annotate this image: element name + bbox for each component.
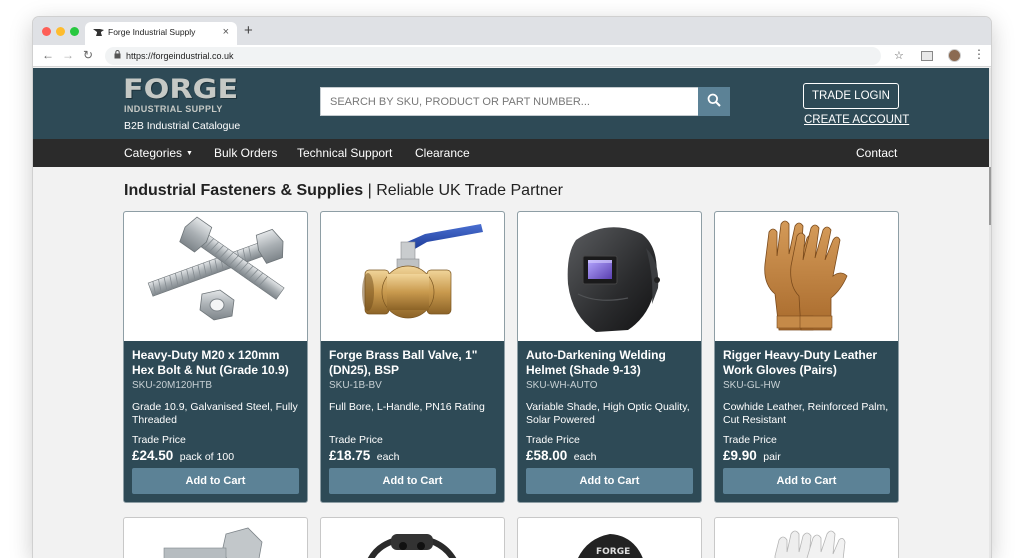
product-price: £24.50 pack of 100 [132, 448, 300, 465]
extension-icon[interactable] [921, 51, 933, 61]
product-name[interactable]: Rigger Heavy-Duty Leather Work Gloves (P… [723, 348, 891, 378]
price-label: Trade Price [723, 434, 777, 446]
close-window-button[interactable] [42, 27, 51, 36]
add-to-cart-button[interactable]: Add to Cart [526, 468, 693, 494]
tagline: B2B Industrial Catalogue [124, 120, 241, 132]
product-image-safety-goggles-partial [367, 534, 457, 558]
product-info: Rigger Heavy-Duty Leather Work Gloves (P… [723, 348, 891, 465]
product-sku: SKU-20M120HTB [132, 380, 213, 391]
product-info: Auto-Darkening Welding Helmet (Shade 9-1… [526, 348, 694, 465]
product-card-partial[interactable]: FORGE [517, 517, 702, 558]
product-price: £9.90 pair [723, 448, 891, 465]
price-label: Trade Price [526, 434, 580, 446]
product-info: Heavy-Duty M20 x 120mm Hex Bolt & Nut (G… [132, 348, 300, 465]
product-card: Forge Brass Ball Valve, 1" (DN25), BSP S… [320, 211, 505, 503]
reload-icon[interactable]: ↻ [83, 48, 93, 62]
browser-window: Forge Industrial Supply × + ← → ↻ https:… [33, 17, 991, 558]
product-price: £18.75 each [329, 448, 497, 465]
search-button[interactable] [698, 87, 730, 116]
price-label: Trade Price [132, 434, 186, 446]
bookmark-star-icon[interactable]: ☆ [894, 49, 904, 62]
nav-categories-label: Categories [124, 146, 183, 160]
product-card: Rigger Heavy-Duty Leather Work Gloves (P… [714, 211, 899, 503]
minimize-window-button[interactable] [56, 27, 65, 36]
product-card: Heavy-Duty M20 x 120mm Hex Bolt & Nut (G… [123, 211, 308, 503]
create-account-link[interactable]: CREATE ACCOUNT [804, 114, 909, 126]
product-description: Grade 10.9, Galvanised Steel, Fully Thre… [132, 401, 298, 426]
page-title-sub: | Reliable UK Trade Partner [363, 182, 563, 199]
nav-clearance[interactable]: Clearance [415, 146, 470, 160]
price-unit: each [376, 451, 400, 463]
product-image-bolt-partial [163, 527, 263, 558]
product-image-work-gloves[interactable] [715, 212, 898, 341]
product-image-welding-helmet[interactable] [518, 212, 701, 341]
price-amount: £58.00 [526, 448, 568, 463]
price-unit: each [573, 451, 597, 463]
add-to-cart-button[interactable]: Add to Cart [132, 468, 299, 494]
product-sku: SKU-WH-AUTO [526, 380, 598, 391]
logo-subtitle: INDUSTRIAL SUPPLY [124, 104, 223, 114]
product-name[interactable]: Auto-Darkening Welding Helmet (Shade 9-1… [526, 348, 694, 378]
price-amount: £18.75 [329, 448, 371, 463]
price-amount: £24.50 [132, 448, 174, 463]
product-image-gloves-partial [774, 530, 846, 558]
search-input[interactable] [320, 87, 698, 116]
lock-icon [114, 50, 121, 61]
scrollbar-thumb[interactable] [989, 167, 991, 225]
add-to-cart-button[interactable]: Add to Cart [723, 468, 890, 494]
logo[interactable]: FORGE [123, 76, 238, 103]
anvil-icon [93, 28, 104, 39]
product-image-helmet-partial: FORGE [578, 534, 643, 558]
page-title-main: Industrial Fasteners & Supplies [124, 182, 364, 199]
page-scrollbar[interactable] [989, 68, 991, 558]
price-unit: pair [763, 451, 781, 463]
price-amount: £9.90 [723, 448, 757, 463]
product-sku: SKU-GL-HW [723, 380, 781, 391]
forward-icon[interactable]: → [62, 48, 74, 62]
main-nav: Categories ▼ Bulk Orders Technical Suppor… [33, 139, 989, 167]
browser-menu-icon[interactable]: ⋮ [973, 47, 985, 61]
tab-close-icon[interactable]: × [223, 26, 229, 38]
product-name[interactable]: Heavy-Duty M20 x 120mm Hex Bolt & Nut (G… [132, 348, 300, 378]
product-name[interactable]: Forge Brass Ball Valve, 1" (DN25), BSP [329, 348, 497, 378]
product-card-partial[interactable] [320, 517, 505, 558]
product-sku: SKU-1B-BV [329, 380, 382, 391]
product-price: £58.00 each [526, 448, 694, 465]
new-tab-button[interactable]: + [244, 22, 253, 39]
add-to-cart-button[interactable]: Add to Cart [329, 468, 496, 494]
page-title: Industrial Fasteners & Supplies | Reliab… [124, 182, 563, 200]
nav-contact[interactable]: Contact [856, 146, 897, 160]
tab-title: Forge Industrial Supply [108, 27, 196, 37]
product-description: Variable Shade, High Optic Quality, Sola… [526, 401, 690, 426]
product-info: Forge Brass Ball Valve, 1" (DN25), BSP S… [329, 348, 497, 465]
caret-down-icon: ▼ [186, 150, 193, 158]
product-card: Auto-Darkening Welding Helmet (Shade 9-1… [517, 211, 702, 503]
helmet-brand-text: FORGE [596, 547, 630, 557]
nav-technical-support[interactable]: Technical Support [297, 146, 392, 160]
product-card-partial[interactable] [123, 517, 308, 558]
browser-toolbar: ← → ↻ https://forgeindustrial.co.uk ☆ ⋮ [33, 45, 991, 67]
nav-bulk-orders[interactable]: Bulk Orders [214, 146, 277, 160]
url-text: https://forgeindustrial.co.uk [126, 51, 234, 61]
address-bar[interactable]: https://forgeindustrial.co.uk [105, 47, 881, 65]
trade-login-button[interactable]: TRADE LOGIN [803, 83, 899, 109]
price-label: Trade Price [329, 434, 383, 446]
price-unit: pack of 100 [179, 451, 235, 463]
product-card-partial[interactable] [714, 517, 899, 558]
profile-avatar[interactable] [948, 49, 961, 62]
product-image-ball-valve[interactable] [321, 212, 504, 341]
back-icon[interactable]: ← [42, 48, 54, 62]
search-icon [707, 93, 721, 107]
website: FORGE INDUSTRIAL SUPPLY B2B Industrial C… [33, 68, 989, 558]
product-description: Cowhide Leather, Reinforced Palm, Cut Re… [723, 401, 889, 426]
product-description: Full Bore, L-Handle, PN16 Rating [329, 401, 485, 413]
site-header: FORGE INDUSTRIAL SUPPLY B2B Industrial C… [33, 68, 989, 139]
nav-categories[interactable]: Categories ▼ [124, 146, 193, 160]
tab-strip: Forge Industrial Supply × + [33, 17, 991, 45]
maximize-window-button[interactable] [70, 27, 79, 36]
product-image-hex-bolt[interactable] [124, 212, 307, 341]
browser-tab[interactable]: Forge Industrial Supply × [85, 22, 237, 45]
